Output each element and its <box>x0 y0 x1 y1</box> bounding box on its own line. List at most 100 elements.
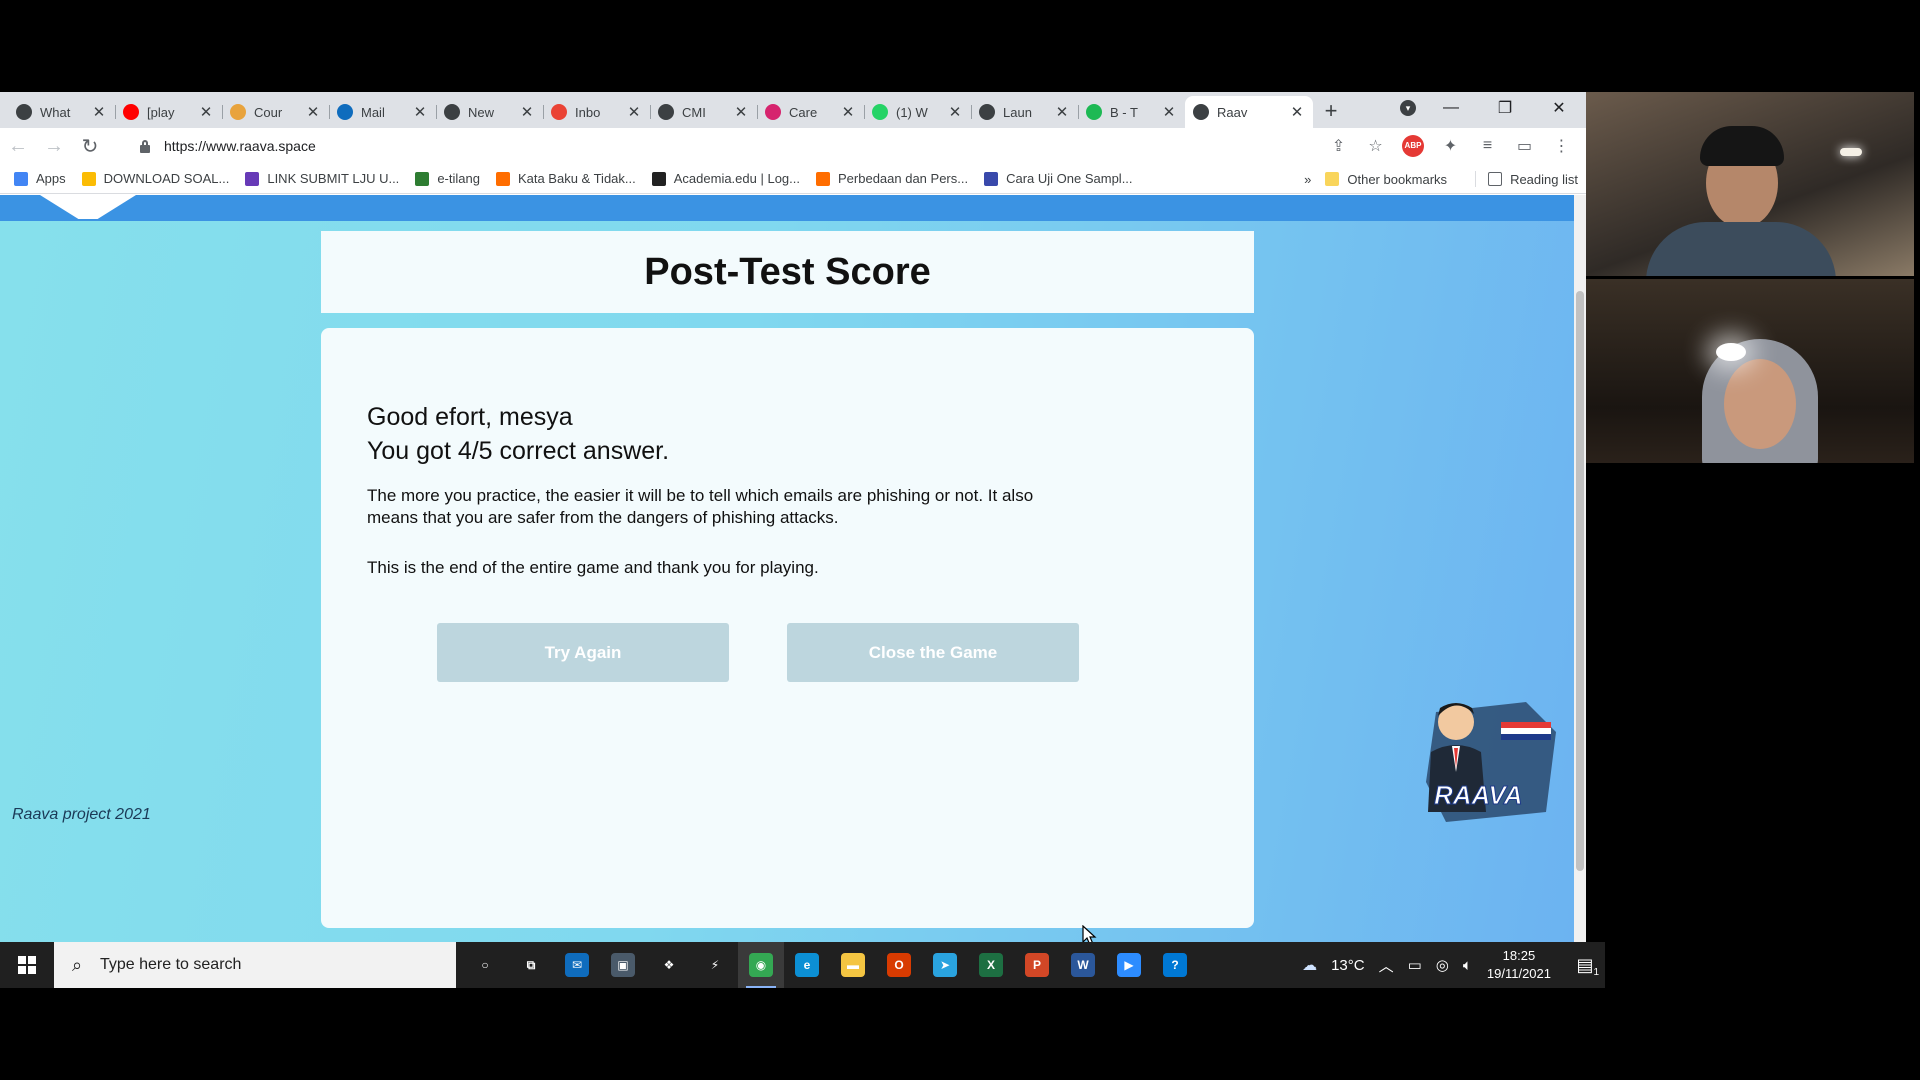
taskbar-app[interactable]: O <box>876 942 922 988</box>
tab-search-icon[interactable]: ▾ <box>1400 100 1416 116</box>
browser-tab[interactable]: Laun ✕ <box>971 96 1078 128</box>
taskbar-app[interactable]: ⧉ <box>508 942 554 988</box>
tab-close-icon[interactable]: ✕ <box>1161 103 1177 121</box>
volume-icon[interactable]: 🔈︎ <box>1463 957 1472 974</box>
gmail-icon <box>551 104 567 120</box>
tab-close-icon[interactable]: ✕ <box>519 103 535 121</box>
taskbar-app[interactable]: ▶ <box>1106 942 1152 988</box>
scrollbar-thumb[interactable] <box>1576 291 1584 871</box>
browser-tab[interactable]: Mail ✕ <box>329 96 436 128</box>
tray-overflow-icon[interactable]: ︿ <box>1379 955 1394 976</box>
adblock-icon[interactable]: ABP <box>1402 135 1424 157</box>
browser-tab[interactable]: CMI ✕ <box>650 96 757 128</box>
bookmark-item[interactable]: Cara Uji One Sampl... <box>984 171 1133 186</box>
tab-close-icon[interactable]: ✕ <box>733 103 749 121</box>
try-again-button[interactable]: Try Again <box>437 623 729 682</box>
battery-icon[interactable]: ▭ <box>1408 956 1422 974</box>
tab-close-icon[interactable]: ✕ <box>305 103 321 121</box>
close-game-button[interactable]: Close the Game <box>787 623 1079 682</box>
browser-tab[interactable]: New ✕ <box>436 96 543 128</box>
score-card: Good efort, mesya You got 4/5 correct an… <box>321 328 1254 928</box>
reading-list[interactable]: Reading list <box>1488 172 1578 187</box>
bookmark-icon <box>245 171 260 186</box>
bookmark-item[interactable]: LINK SUBMIT LJU U... <box>245 171 399 186</box>
tab-title: Care <box>789 104 818 120</box>
bookmark-star-icon[interactable]: ☆ <box>1357 136 1394 156</box>
tab-title: CMI <box>682 104 706 120</box>
browser-tab[interactable]: Inbo ✕ <box>543 96 650 128</box>
close-window-icon[interactable]: ✕ <box>1532 98 1586 118</box>
tab-close-icon[interactable]: ✕ <box>1054 103 1070 121</box>
share-icon[interactable]: ⇪ <box>1320 136 1357 156</box>
mascot-wordmark: RAAVA <box>1434 780 1523 810</box>
lock-icon[interactable] <box>138 139 152 153</box>
url-text: https://www.raava.space <box>164 138 316 154</box>
taskbar-app[interactable]: ✉ <box>554 942 600 988</box>
bookmarks-overflow-icon[interactable]: » <box>1304 172 1311 187</box>
taskbar-app[interactable]: ◉ <box>738 942 784 988</box>
forward-icon[interactable]: → <box>36 135 72 158</box>
b-icon <box>1086 104 1102 120</box>
new-tab-button[interactable]: + <box>1313 96 1349 128</box>
tab-close-icon[interactable]: ✕ <box>947 103 963 121</box>
network-icon[interactable]: ◎ <box>1436 956 1449 974</box>
taskbar-clock[interactable]: 18:25 19/11/2021 <box>1487 947 1551 983</box>
weather-icon[interactable]: ☁ <box>1302 956 1317 974</box>
tab-close-icon[interactable]: ✕ <box>412 103 428 121</box>
restore-icon[interactable]: ❐ <box>1478 98 1532 118</box>
score-line: You got 4/5 correct answer. <box>367 437 670 465</box>
start-button[interactable] <box>0 942 54 988</box>
tab-close-icon[interactable]: ✕ <box>1289 103 1305 121</box>
other-bookmarks[interactable]: Other bookmarks <box>1325 172 1447 187</box>
taskbar-app[interactable]: ➤ <box>922 942 968 988</box>
browser-tab[interactable]: B - T ✕ <box>1078 96 1185 128</box>
video-participant-2[interactable] <box>1586 279 1914 463</box>
tab-close-icon[interactable]: ✕ <box>626 103 642 121</box>
globe-icon <box>1193 104 1209 120</box>
bookmark-item[interactable]: Kata Baku & Tidak... <box>495 171 636 186</box>
browser-tab[interactable]: (1) W ✕ <box>864 96 971 128</box>
bookmark-item[interactable]: e-tilang <box>415 171 480 186</box>
tab-close-icon[interactable]: ✕ <box>198 103 214 121</box>
weather-temp[interactable]: 13°C <box>1331 957 1365 974</box>
notification-center[interactable]: ▤ 1 <box>1565 955 1605 978</box>
taskbar-search[interactable]: ⌕ Type here to search <box>54 942 456 988</box>
bookmark-label: Perbedaan dan Pers... <box>838 171 969 186</box>
profile-icon[interactable]: ▭ <box>1506 136 1543 156</box>
taskbar-app[interactable]: ▬ <box>830 942 876 988</box>
taskbar-app[interactable]: ⚡ <box>692 942 738 988</box>
taskbar-app[interactable]: ▣ <box>600 942 646 988</box>
bookmark-item[interactable]: Perbedaan dan Pers... <box>816 171 968 186</box>
reload-icon[interactable]: ↻ <box>72 134 108 159</box>
browser-tab[interactable]: Cour ✕ <box>222 96 329 128</box>
browser-tab[interactable]: Care ✕ <box>757 96 864 128</box>
bookmark-label: Apps <box>36 171 66 186</box>
taskbar-app[interactable]: e <box>784 942 830 988</box>
tab-close-icon[interactable]: ✕ <box>840 103 856 121</box>
bookmark-item[interactable]: Apps <box>14 171 66 186</box>
video-participant-1[interactable] <box>1586 92 1914 276</box>
minimize-icon[interactable]: — <box>1424 99 1478 117</box>
tab-close-icon[interactable]: ✕ <box>91 103 107 121</box>
taskbar-app[interactable]: P <box>1014 942 1060 988</box>
media-icon[interactable]: ≡ <box>1469 137 1506 155</box>
taskbar-app[interactable]: W <box>1060 942 1106 988</box>
tab-title: Raav <box>1217 104 1248 120</box>
browser-tab[interactable]: What ✕ <box>8 96 115 128</box>
taskbar-app[interactable]: ❖ <box>646 942 692 988</box>
menu-icon[interactable]: ⋮ <box>1543 136 1580 156</box>
tab-title: (1) W <box>896 104 928 120</box>
browser-tab[interactable]: Raav ✕ <box>1185 96 1313 128</box>
bookmark-item[interactable]: DOWNLOAD SOAL... <box>81 171 229 186</box>
taskbar-app[interactable]: X <box>968 942 1014 988</box>
tab-title: Cour <box>254 104 283 120</box>
taskbar-app[interactable]: ○ <box>462 942 508 988</box>
bookmark-item[interactable]: Academia.edu | Log... <box>651 171 800 186</box>
tab-title: Mail <box>361 104 385 120</box>
browser-tab[interactable]: [play ✕ <box>115 96 222 128</box>
address-bar[interactable]: https://www.raava.space <box>128 132 1308 160</box>
extensions-icon[interactable]: ✦ <box>1432 136 1469 156</box>
page-scrollbar[interactable] <box>1574 195 1586 942</box>
taskbar-app[interactable]: ? <box>1152 942 1198 988</box>
back-icon[interactable]: ← <box>0 135 36 158</box>
